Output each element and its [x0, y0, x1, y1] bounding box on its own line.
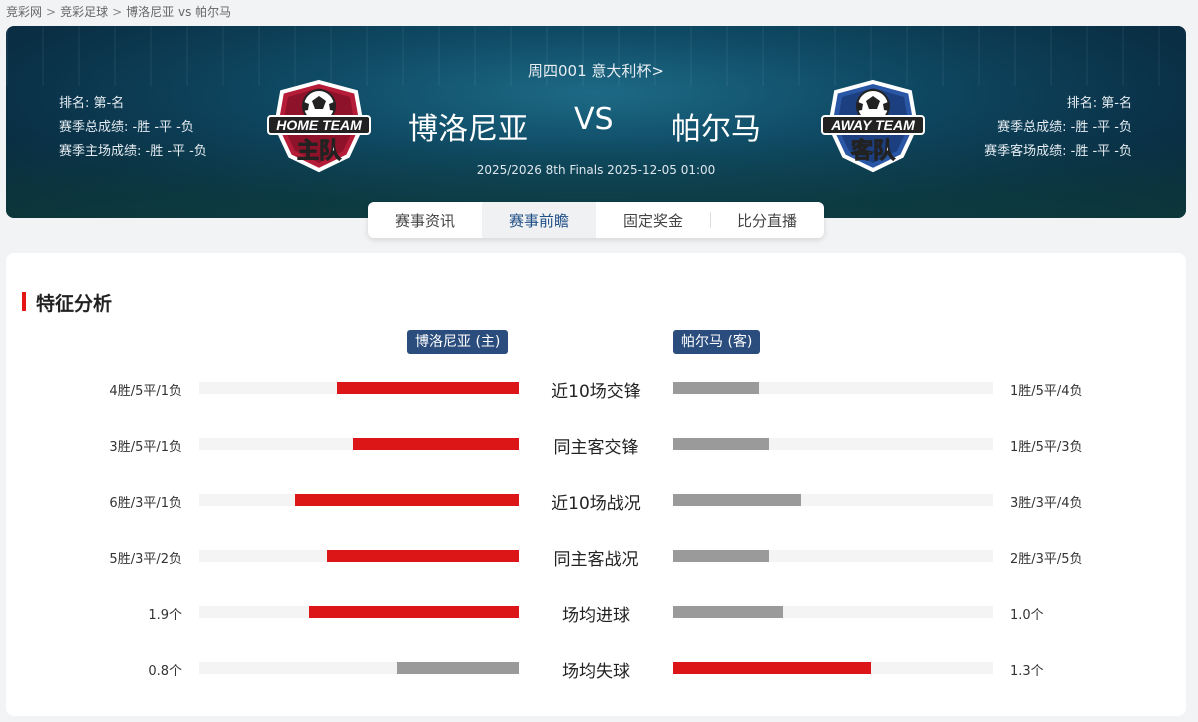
home-stat-bar-fill [352, 438, 519, 450]
home-stat-value: 6胜/3平/1负 [109, 496, 182, 511]
section-title: 特征分析 [22, 289, 112, 316]
home-venue-record: 赛季主场成绩: -胜 -平 -负 [59, 144, 207, 159]
home-team-name: 博洛尼亚 [408, 112, 528, 147]
home-stat-bar [199, 382, 519, 394]
home-stat-bar-fill [295, 494, 519, 506]
home-stat-value: 5胜/3平/2负 [109, 552, 182, 567]
home-stat-bar [199, 606, 519, 618]
away-stat-value: 3胜/3平/4负 [1010, 496, 1083, 511]
away-team-name: 帕尔马 [671, 112, 761, 147]
feature-analysis-card: 特征分析 博洛尼亚 (主) 帕尔马 (客) 4胜/5平/1负 近10场交锋 1胜/5… [6, 253, 1186, 716]
away-stat-bar-fill [673, 662, 872, 674]
home-rank: 排名: 第-名 [59, 96, 125, 111]
away-stat-value: 1.0个 [1010, 608, 1044, 623]
away-team-tag: 帕尔马 (客) [673, 330, 761, 354]
match-info: 2025/2026 8th Finals 2025-12-05 01:00 [476, 163, 716, 177]
away-team-badge-icon: AWAY TEAM 客队 [821, 79, 925, 173]
comparison-row: 0.8个 场均失球 1.3个 [6, 655, 1186, 685]
away-stat-bar-fill [673, 382, 760, 394]
svg-text:客队: 客队 [851, 138, 896, 164]
tab-live-score[interactable]: 比分直播 [710, 202, 824, 238]
match-header-banner: 周四001 意大利杯> 排名: 第-名 赛季总成绩: -胜 -平 -负 赛季主场… [6, 26, 1186, 218]
breadcrumb-separator: > [46, 5, 57, 19]
away-stat-bar [673, 382, 993, 394]
breadcrumb-separator: > [112, 5, 123, 19]
away-stat-bar [673, 606, 993, 618]
away-stat-bar-fill [673, 494, 801, 506]
breadcrumb-item-match: 博洛尼亚 vs 帕尔马 [126, 5, 232, 19]
away-stat-bar [673, 662, 993, 674]
svg-text:HOME TEAM: HOME TEAM [276, 117, 362, 133]
away-season-record: 赛季总成绩: -胜 -平 -负 [997, 120, 1132, 135]
home-stat-bar-fill [336, 382, 519, 394]
breadcrumb-item-football[interactable]: 竞彩足球 [60, 5, 108, 19]
comparison-row: 4胜/5平/1负 近10场交锋 1胜/5平/4负 [6, 375, 1186, 405]
svg-text:主队: 主队 [297, 139, 342, 164]
home-team-tag: 博洛尼亚 (主) [407, 330, 509, 354]
stat-label: 同主客交锋 [553, 438, 639, 458]
away-stat-bar [673, 494, 993, 506]
home-stat-bar-fill [397, 662, 519, 674]
league-link[interactable]: 周四001 意大利杯> [6, 60, 1186, 81]
home-stat-bar [199, 494, 519, 506]
away-stat-value: 2胜/3平/5负 [1010, 552, 1083, 567]
comparison-row: 6胜/3平/1负 近10场战况 3胜/3平/4负 [6, 487, 1186, 517]
away-stat-bar-fill [673, 550, 769, 562]
away-stat-value: 1.3个 [1010, 664, 1044, 679]
away-venue-record: 赛季客场成绩: -胜 -平 -负 [984, 144, 1132, 159]
breadcrumb: 竞彩网 > 竞彩足球 > 博洛尼亚 vs 帕尔马 [6, 3, 231, 20]
tab-fixed-odds[interactable]: 固定奖金 [596, 202, 710, 238]
home-stat-value: 4胜/5平/1负 [109, 384, 182, 399]
away-stat-bar [673, 550, 993, 562]
home-stat-bar [199, 438, 519, 450]
breadcrumb-item-home[interactable]: 竞彩网 [6, 5, 42, 19]
home-stat-bar-fill [309, 606, 519, 618]
away-stat-value: 1胜/5平/3负 [1010, 440, 1083, 455]
home-stat-bar [199, 662, 519, 674]
home-season-record: 赛季总成绩: -胜 -平 -负 [59, 120, 194, 135]
away-team-stats: 排名: 第-名 赛季总成绩: -胜 -平 -负 赛季客场成绩: -胜 -平 -负 [984, 92, 1132, 164]
away-stat-bar [673, 438, 993, 450]
home-team-badge-icon: HOME TEAM 主队 [267, 79, 371, 173]
comparison-row: 3胜/5平/1负 同主客交锋 1胜/5平/3负 [6, 431, 1186, 461]
stat-label: 近10场战况 [551, 494, 641, 514]
home-stat-bar-fill [327, 550, 519, 562]
tab-preview[interactable]: 赛事前瞻 [482, 202, 596, 238]
away-rank: 排名: 第-名 [1066, 96, 1132, 111]
stat-label: 场均进球 [562, 606, 630, 626]
home-team-stats: 排名: 第-名 赛季总成绩: -胜 -平 -负 赛季主场成绩: -胜 -平 -负 [59, 92, 207, 164]
home-stat-value: 1.9个 [148, 608, 182, 623]
home-stat-value: 3胜/5平/1负 [109, 440, 182, 455]
away-stat-value: 1胜/5平/4负 [1010, 384, 1083, 399]
stat-label: 场均失球 [562, 662, 630, 682]
stat-label: 近10场交锋 [551, 382, 641, 402]
vs-label: VS [574, 102, 614, 137]
away-stat-bar-fill [673, 606, 784, 618]
home-stat-value: 0.8个 [148, 664, 182, 679]
comparison-row: 1.9个 场均进球 1.0个 [6, 599, 1186, 629]
stat-label: 同主客战况 [553, 550, 639, 570]
svg-text:AWAY TEAM: AWAY TEAM [830, 117, 915, 133]
match-tabs: 赛事资讯 赛事前瞻 固定奖金 比分直播 [368, 202, 824, 238]
home-stat-bar [199, 550, 519, 562]
away-stat-bar-fill [673, 438, 769, 450]
tab-news[interactable]: 赛事资讯 [368, 202, 482, 238]
comparison-row: 5胜/3平/2负 同主客战况 2胜/3平/5负 [6, 543, 1186, 573]
